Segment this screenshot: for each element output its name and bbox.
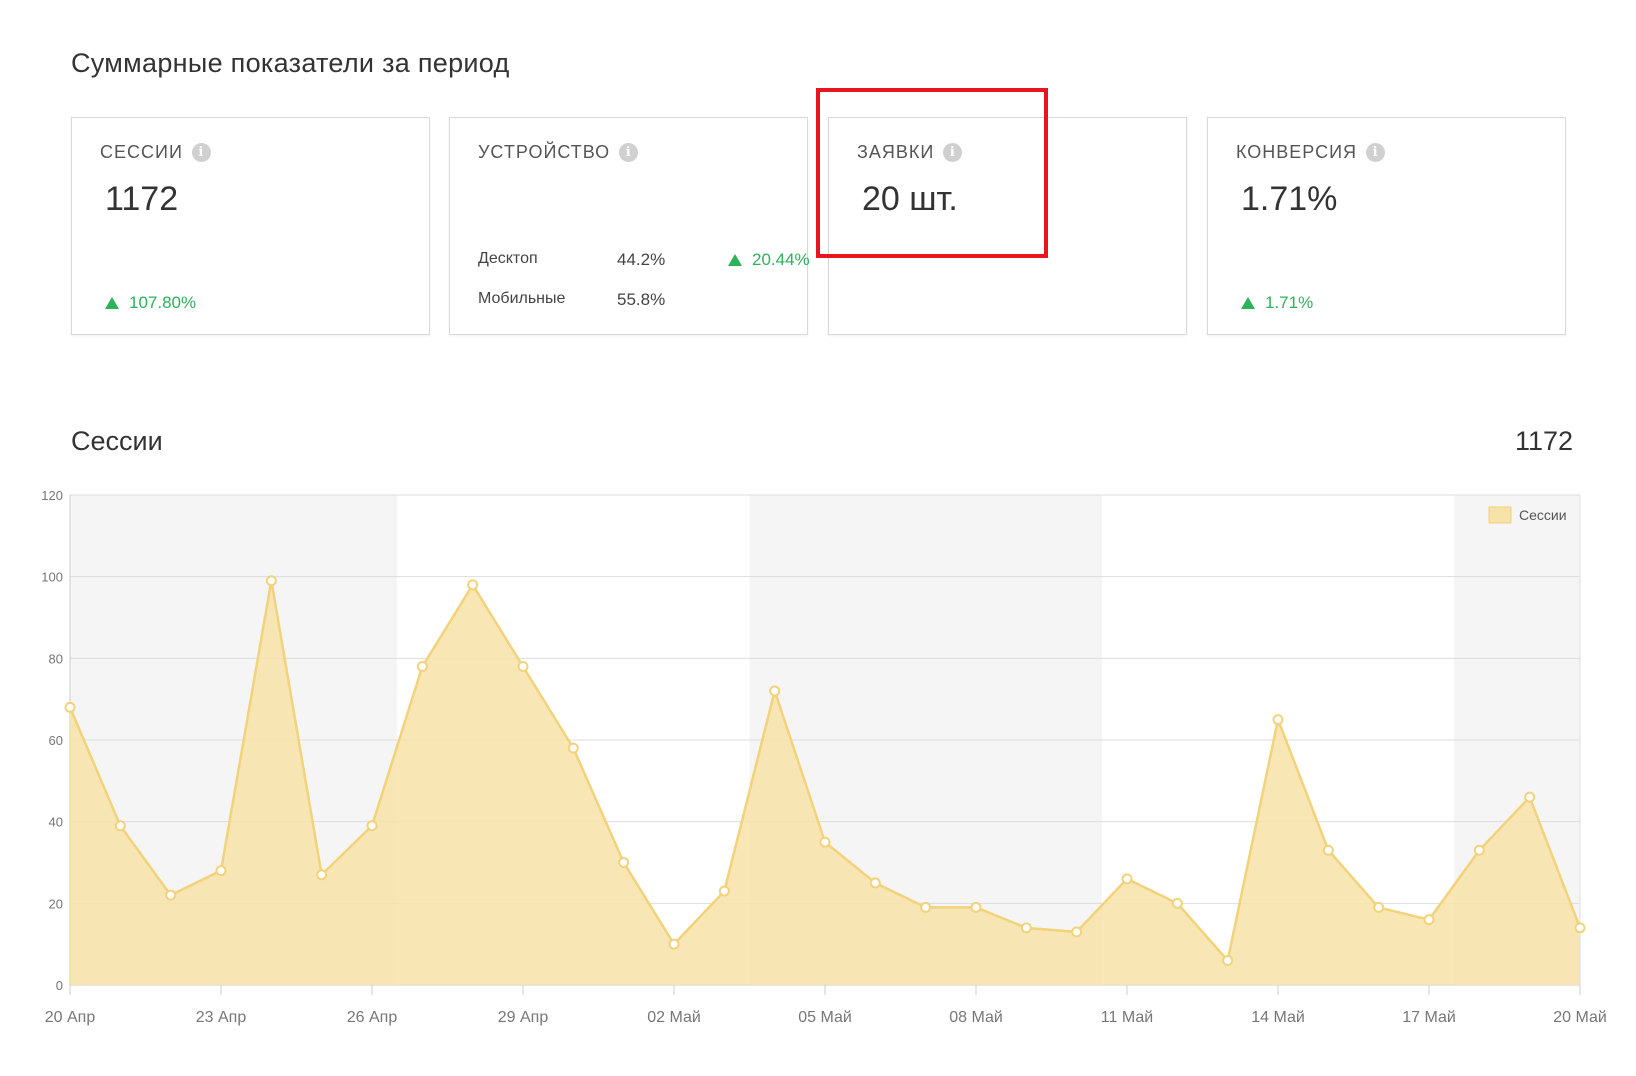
data-point [64, 701, 76, 713]
leads-card: ЗАЯВКИ i 20 шт. [828, 117, 1187, 335]
device-name: Десктоп [478, 250, 538, 267]
chart-title: Сессии [71, 426, 163, 456]
device-card-label: УСТРОЙСТВО i [478, 142, 639, 163]
chart-total: 1172 [1514, 426, 1573, 456]
sessions-card: СЕССИИ i 1172 107.80% [71, 117, 430, 335]
data-point [718, 885, 730, 897]
sessions-card-delta: 107.80% [105, 293, 196, 313]
sessions-area-chart: 0 20 40 60 80 100 120 20 Апр 23 Апр 26 Апр 29 Апр 0… [41, 488, 1607, 1026]
data-point [215, 865, 227, 877]
data-point [265, 575, 277, 587]
summary-cards: СЕССИИ i 1172 107.80% УСТРОЙСТВО i Дескт… [71, 117, 1581, 337]
leads-card-label-text: ЗАЯВКИ [857, 142, 935, 162]
data-point [1574, 922, 1586, 934]
x-tick-label: 20 Апр [45, 1009, 96, 1026]
x-tick-label: 02 Май [647, 1009, 701, 1026]
x-tick-label: 08 Май [949, 1009, 1003, 1026]
sessions-card-label: СЕССИИ i [100, 142, 211, 163]
x-tick-label: 14 Май [1251, 1009, 1305, 1026]
data-point [970, 901, 982, 913]
conversion-card-label: КОНВЕРСИЯ i [1236, 142, 1386, 163]
data-point [567, 742, 579, 754]
data-point [920, 901, 932, 913]
data-point [769, 685, 781, 697]
up-arrow-icon [728, 254, 742, 266]
legend-label: Сессии [1519, 507, 1567, 523]
info-icon[interactable]: i [191, 143, 211, 162]
data-point [1322, 844, 1334, 856]
sessions-card-value: 1172 [105, 180, 179, 218]
x-tick-label: 05 Май [798, 1009, 852, 1026]
y-tick-label: 40 [49, 815, 63, 830]
conversion-card: КОНВЕРСИЯ i 1.71% 1.71% [1207, 117, 1566, 335]
data-point [869, 877, 881, 889]
data-point [1071, 926, 1083, 938]
data-point [316, 869, 328, 881]
data-point [366, 820, 378, 832]
conversion-card-value: 1.71% [1241, 180, 1338, 218]
info-icon[interactable]: i [1366, 143, 1386, 162]
x-tick-label: 20 Май [1553, 1009, 1607, 1026]
data-point [668, 938, 680, 950]
conversion-card-label-text: КОНВЕРСИЯ [1236, 142, 1358, 162]
leads-card-value: 20 шт. [862, 180, 958, 218]
data-point [165, 889, 177, 901]
device-delta: 20.44% [728, 250, 810, 270]
data-point [467, 579, 479, 591]
y-tick-label: 120 [41, 488, 63, 503]
x-tick-label: 23 Апр [196, 1009, 247, 1026]
info-icon[interactable]: i [943, 143, 963, 162]
up-arrow-icon [1241, 297, 1255, 309]
x-tick-label: 29 Апр [498, 1009, 549, 1026]
data-point [1121, 873, 1133, 885]
data-point [1222, 955, 1234, 966]
x-tick-label: 26 Апр [347, 1009, 398, 1026]
data-point [1171, 897, 1183, 909]
data-point [1423, 914, 1435, 926]
data-point [1272, 714, 1284, 726]
y-tick-label: 60 [49, 733, 63, 748]
sessions-card-delta-text: 107.80% [129, 293, 197, 312]
data-point [618, 857, 630, 868]
x-tick-label: 17 Май [1402, 1009, 1456, 1026]
data-point [416, 661, 428, 672]
data-point [114, 820, 126, 832]
device-card-label-text: УСТРОЙСТВО [478, 142, 611, 162]
y-tick-label: 20 [49, 896, 63, 911]
conversion-card-delta-text: 1.71% [1265, 293, 1314, 312]
info-icon[interactable]: i [619, 143, 639, 162]
device-card: УСТРОЙСТВО i Десктоп 44.2% 20.44% Мобиль… [449, 117, 810, 335]
y-tick-label: 80 [49, 651, 63, 666]
summary-title: Суммарные показатели за период [71, 48, 510, 78]
legend-swatch [1488, 506, 1512, 524]
device-name: Мобильные [478, 290, 566, 307]
x-tick-label: 11 Май [1101, 1009, 1153, 1026]
data-point [1473, 844, 1485, 856]
data-point [1524, 791, 1536, 803]
up-arrow-icon [105, 297, 119, 309]
y-tick-label: 100 [41, 570, 63, 585]
data-point [517, 661, 529, 672]
data-point [819, 836, 831, 848]
data-point [1373, 901, 1385, 913]
leads-card-label: ЗАЯВКИ i [857, 142, 963, 163]
device-value: 55.8% [617, 290, 666, 309]
device-delta-text: 20.44% [752, 250, 810, 269]
device-value: 44.2% [617, 250, 666, 269]
y-tick-label: 0 [56, 978, 63, 993]
conversion-card-delta: 1.71% [1241, 293, 1313, 313]
sessions-card-label-text: СЕССИИ [100, 142, 183, 162]
data-point [1020, 922, 1032, 934]
